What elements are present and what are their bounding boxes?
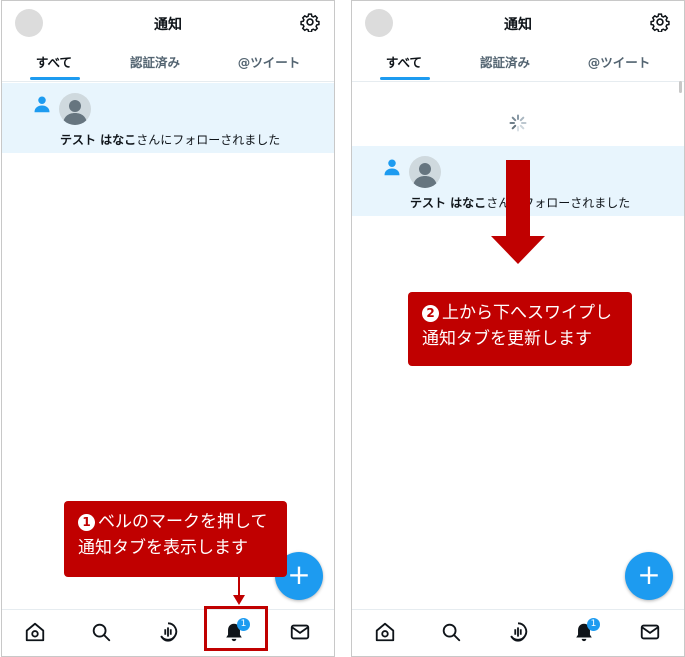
top-bar: 通知	[352, 1, 684, 45]
arrow-down-small	[233, 577, 245, 605]
gear-icon[interactable]	[300, 12, 320, 32]
bottom-nav: 1	[352, 609, 684, 656]
home-icon[interactable]	[24, 621, 46, 643]
step-number: 2	[422, 305, 439, 322]
notification-badge: 1	[587, 618, 600, 631]
user-name[interactable]: テスト はなこ	[410, 196, 486, 210]
step-number: 1	[78, 514, 95, 531]
tab-mentions[interactable]: @ツイート	[569, 52, 669, 71]
callout-step1: 1 ベルのマークを押して 通知タブを表示します	[64, 501, 287, 577]
scrollbar[interactable]	[679, 81, 682, 93]
bottom-nav: 1	[2, 609, 334, 656]
mail-icon[interactable]	[639, 621, 661, 643]
spaces-icon[interactable]	[157, 621, 179, 643]
user-avatar[interactable]	[59, 93, 91, 125]
user-name[interactable]: テスト はなこ	[60, 133, 136, 147]
notification-text: テスト はなこさんにフォローされました	[60, 131, 280, 148]
notification-item[interactable]: テスト はなこさんにフォローされました	[2, 83, 334, 153]
search-icon[interactable]	[90, 621, 112, 643]
person-icon	[384, 159, 400, 176]
mail-icon[interactable]	[289, 621, 311, 643]
tab-all[interactable]: すべて	[354, 52, 454, 71]
top-bar: 通知	[2, 1, 334, 45]
swipe-down-arrow	[491, 160, 545, 264]
tab-all[interactable]: すべて	[4, 52, 104, 71]
tab-verified[interactable]: 認証済み	[105, 52, 205, 71]
tab-mentions[interactable]: @ツイート	[219, 52, 319, 71]
gear-icon[interactable]	[650, 12, 670, 32]
compose-button[interactable]: +	[625, 552, 673, 600]
callout-line1: ベルのマークを押して	[98, 512, 268, 532]
tab-bar: すべて 認証済み @ツイート	[2, 47, 334, 82]
default-avatar-icon	[413, 163, 437, 188]
tab-bar: すべて 認証済み @ツイート	[352, 47, 684, 82]
home-icon[interactable]	[374, 621, 396, 643]
page-title: 通知	[154, 17, 182, 33]
callout-line1: 上から下へスワイプし	[442, 303, 612, 323]
active-tab-indicator	[380, 77, 430, 80]
notification-message: さんにフォローされました	[136, 133, 281, 147]
loading-spinner-icon	[509, 114, 527, 132]
callout-line2: 通知タブを更新します	[422, 329, 592, 349]
tab-verified[interactable]: 認証済み	[455, 52, 555, 71]
default-avatar-icon	[63, 100, 87, 125]
page-title: 通知	[504, 17, 532, 33]
bell-highlight-box	[204, 606, 268, 651]
spaces-icon[interactable]	[507, 621, 529, 643]
callout-line2: 通知タブを表示します	[78, 538, 248, 558]
callout-step2: 2 上から下へスワイプし 通知タブを更新します	[408, 292, 632, 366]
person-icon	[34, 96, 50, 113]
active-tab-indicator	[30, 77, 80, 80]
user-avatar[interactable]	[409, 156, 441, 188]
search-icon[interactable]	[440, 621, 462, 643]
